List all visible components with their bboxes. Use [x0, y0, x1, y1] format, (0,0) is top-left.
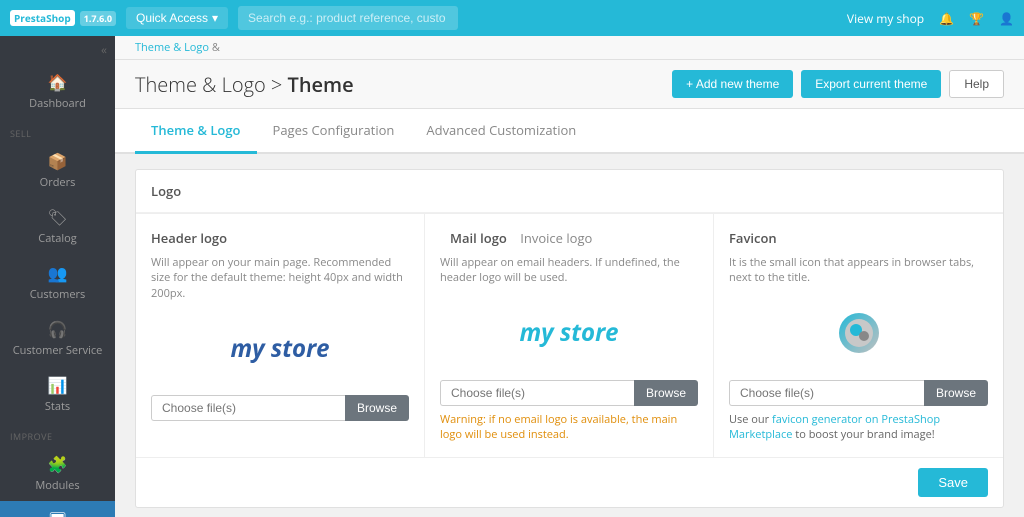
logo-area: PrestaShop 1.7.6.0: [10, 10, 116, 26]
dashboard-icon: 🏠: [48, 71, 68, 93]
breadcrumb-separator: &: [212, 40, 220, 55]
sidebar-section-sell: SELL: [0, 119, 115, 142]
favicon-file-input[interactable]: [729, 380, 924, 406]
sidebar-item-stats[interactable]: 📊 Stats: [0, 366, 115, 422]
favicon-upload: Browse: [729, 380, 988, 406]
sidebar-item-label: Catalog: [38, 231, 76, 246]
sidebar-item-dashboard[interactable]: 🏠 Dashboard: [0, 63, 115, 119]
sidebar-item-customers[interactable]: 👥 Customers: [0, 254, 115, 310]
sidebar-section-improve: IMPROVE: [0, 422, 115, 445]
sidebar-collapse-button[interactable]: «: [0, 36, 115, 63]
content-area: Logo Header logo Will appear on your mai…: [115, 154, 1024, 517]
customers-icon: 👥: [48, 262, 68, 284]
prestashop-logo: PrestaShop: [10, 10, 75, 26]
sidebar-item-customer-service[interactable]: 🎧 Customer Service: [0, 310, 115, 366]
page-title: Theme & Logo > Theme: [135, 71, 672, 98]
mail-logo-description: Will appear on email headers. If undefin…: [440, 255, 698, 286]
sidebar-item-orders[interactable]: 📦 Orders: [0, 142, 115, 198]
header-buttons: + Add new theme Export current theme Hel…: [672, 70, 1004, 98]
orders-icon: 📦: [48, 150, 68, 172]
tab-bar: Theme & Logo Pages Configuration Advance…: [115, 109, 1024, 154]
trophy-icon[interactable]: 🏆: [969, 10, 984, 27]
logo-section: Header logo Will appear on your main pag…: [136, 213, 1003, 457]
design-icon: 🖥: [47, 509, 67, 517]
tab-advanced-customization[interactable]: Advanced Customization: [410, 109, 592, 154]
sidebar-item-label: Modules: [35, 478, 79, 493]
header-logo-description: Will appear on your main page. Recommend…: [151, 255, 409, 301]
top-navigation: PrestaShop 1.7.6.0 Quick Access ▾ View m…: [0, 0, 1024, 36]
user-icon[interactable]: 👤: [999, 10, 1014, 27]
mail-logo-browse-button[interactable]: Browse: [634, 380, 698, 406]
sidebar: « 🏠 Dashboard SELL 📦 Orders 🏷 Catalog 👥 …: [0, 36, 115, 517]
favicon-preview: [729, 298, 988, 368]
save-button[interactable]: Save: [918, 468, 988, 497]
header-logo-title: Header logo: [151, 229, 409, 247]
sidebar-item-label: Dashboard: [29, 96, 86, 111]
search-input[interactable]: [238, 6, 458, 30]
header-logo-preview: my store: [151, 313, 409, 383]
page-header: Theme & Logo > Theme + Add new theme Exp…: [115, 60, 1024, 109]
mail-logo-tab[interactable]: Mail logo: [450, 229, 507, 247]
favicon-column: Favicon It is the small icon that appear…: [714, 214, 1003, 457]
help-button[interactable]: Help: [949, 70, 1004, 98]
chevron-down-icon: ▾: [212, 11, 218, 25]
header-logo-image: my store: [230, 332, 329, 365]
export-current-theme-button[interactable]: Export current theme: [801, 70, 941, 98]
invoice-logo-tab[interactable]: Invoice logo: [520, 229, 592, 247]
favicon-svg: [844, 318, 874, 348]
favicon-title: Favicon: [729, 229, 988, 247]
version-badge: 1.7.6.0: [80, 11, 116, 26]
view-shop-link[interactable]: View my shop: [847, 10, 924, 27]
mail-logo-warning: Warning: if no email logo is available, …: [440, 412, 698, 442]
sidebar-item-label: Stats: [45, 399, 70, 414]
favicon-browse-button[interactable]: Browse: [924, 380, 988, 406]
breadcrumb: Theme & Logo &: [115, 36, 1024, 60]
header-logo-upload: Browse: [151, 395, 409, 421]
modules-icon: 🧩: [48, 453, 68, 475]
logo-save-row: Save: [136, 457, 1003, 507]
sidebar-item-catalog[interactable]: 🏷 Catalog: [0, 198, 115, 254]
nav-right: View my shop 🔔 🏆 👤: [847, 10, 1014, 27]
header-logo-file-input[interactable]: [151, 395, 345, 421]
customer-service-icon: 🎧: [48, 318, 68, 340]
tab-pages-configuration[interactable]: Pages Configuration: [257, 109, 411, 154]
mail-logo-image: my store: [519, 316, 618, 349]
mail-logo-upload: Browse: [440, 380, 698, 406]
logo-panel: Logo Header logo Will appear on your mai…: [135, 169, 1004, 508]
mail-logo-file-input[interactable]: [440, 380, 634, 406]
header-logo-browse-button[interactable]: Browse: [345, 395, 409, 421]
add-new-theme-button[interactable]: + Add new theme: [672, 70, 793, 98]
quick-access-button[interactable]: Quick Access ▾: [126, 7, 228, 29]
sidebar-item-label: Customer Service: [13, 343, 103, 358]
favicon-info: Use our favicon generator on PrestaShop …: [729, 412, 988, 442]
mail-logo-preview: my store: [440, 298, 698, 368]
mail-logo-title: Mail logo Invoice logo: [440, 229, 698, 247]
header-logo-column: Header logo Will appear on your main pag…: [136, 214, 425, 457]
sidebar-item-modules[interactable]: 🧩 Modules: [0, 445, 115, 501]
mail-logo-column: Mail logo Invoice logo Will appear on em…: [425, 214, 714, 457]
tab-theme-logo[interactable]: Theme & Logo: [135, 109, 257, 154]
sidebar-item-design[interactable]: 🖥 Design: [0, 501, 115, 517]
sidebar-item-label: Orders: [40, 175, 76, 190]
catalog-icon: 🏷: [47, 206, 67, 228]
notifications-icon[interactable]: 🔔: [939, 10, 954, 27]
main-content: Theme & Logo & Theme & Logo > Theme + Ad…: [115, 36, 1024, 517]
favicon-description: It is the small icon that appears in bro…: [729, 255, 988, 286]
stats-icon: 📊: [48, 374, 68, 396]
logo-section-title: Logo: [136, 170, 1003, 213]
favicon-image: [839, 313, 879, 353]
breadcrumb-parent[interactable]: Theme & Logo: [135, 40, 209, 55]
sidebar-item-label: Customers: [30, 287, 86, 302]
favicon-generator-link[interactable]: favicon generator on PrestaShop Marketpl…: [729, 412, 940, 442]
